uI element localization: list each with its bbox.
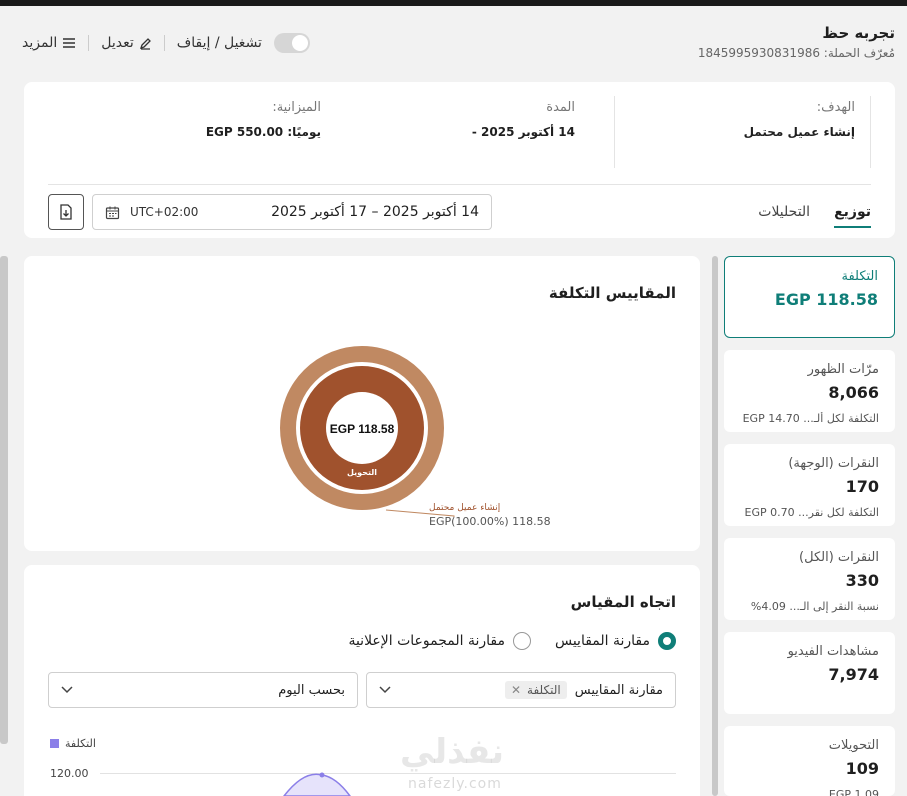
date-range-text: 14 أكتوبر 2025 – 17 أكتوبر 2025 (271, 204, 479, 220)
radio-dot-selected (658, 632, 676, 650)
metric-chip: التكلفة ✕ (504, 681, 567, 699)
goal-label: الهدف: (816, 100, 855, 115)
trend-mode-radios: مقارنة المقاييس مقارنة المجموعات الإعلان… (348, 632, 676, 650)
metric-card-impressions[interactable]: مرّات الظهور 8,066 التكلفة لكل ألـ... EG… (724, 350, 895, 432)
radio-compare-metrics-label: مقارنة المقاييس (554, 633, 650, 649)
cost-metrics-panel: المقاييس التكلفة EGP 118.58 التحويل إنشا… (24, 256, 700, 551)
metric-value: 170 (845, 477, 879, 496)
chevron-down-icon (61, 686, 73, 694)
radio-dot (512, 632, 531, 650)
metric-value: 8,066 (828, 383, 879, 402)
date-range-picker[interactable]: UTC+02:00 14 أكتوبر 2025 – 17 أكتوبر 202… (92, 194, 492, 230)
radio-compare-metrics[interactable]: مقارنة المقاييس (555, 632, 676, 650)
callout-value: EGP(100.00%) 118.58 (429, 515, 551, 528)
radio-compare-adsets[interactable]: مقارنة المجموعات الإعلانية (348, 632, 531, 650)
metric-value: 7,974 (828, 665, 879, 684)
series-area (283, 773, 351, 796)
metrics-select-label: مقارنة المقاييس (574, 682, 663, 698)
chart-legend: التكلفة (50, 737, 96, 750)
y-tick-label: 120.00 (50, 767, 89, 780)
metric-value: 109 (845, 759, 879, 778)
download-button[interactable] (48, 194, 84, 230)
toggle-label-wrap: تشغيل / إيقاف (177, 35, 262, 51)
legend-swatch (50, 739, 59, 748)
budget-value: يوميًا: EGP 550.00 (205, 125, 321, 139)
metric-sub: EGP 1.09 (828, 788, 879, 796)
pencil-icon (139, 37, 151, 50)
chevron-down-icon (379, 686, 391, 694)
donut-center-value: EGP 118.58 (330, 422, 395, 436)
cost-donut-chart: EGP 118.58 التحويل (280, 346, 455, 517)
goal-value: إنشاء عميل محتمل (743, 125, 855, 139)
donut-inner-label: التحويل (347, 468, 377, 477)
radio-compare-adsets-label: مقارنة المجموعات الإعلانية (348, 633, 505, 649)
metric-card-clicks-destination[interactable]: النقرات (الوجهة) 170 التكلفة لكل نقر... … (724, 444, 895, 526)
metric-sub: التكلفة لكل نقر... EGP 0.70 (744, 506, 879, 519)
period-select-label: بحسب اليوم (278, 682, 345, 698)
legend-label: التكلفة (65, 737, 96, 750)
series-point[interactable] (319, 772, 325, 778)
calendar-icon (105, 206, 120, 219)
metric-value: EGP 118.58 (774, 290, 878, 309)
budget-label: الميزانية: (272, 100, 321, 115)
watermark-logo: نفذلي (400, 732, 505, 772)
toggle-label: تشغيل / إيقاف (176, 35, 262, 51)
metric-label: مرّات الظهور (807, 362, 879, 377)
trend-title: اتجاه المقياس (570, 593, 676, 611)
campaign-toggle[interactable] (273, 33, 310, 53)
main-scrollbar[interactable] (0, 256, 8, 744)
period-select[interactable]: بحسب اليوم (48, 672, 358, 708)
metric-trend-panel: اتجاه المقياس مقارنة المقاييس مقارنة الم… (24, 565, 700, 796)
download-icon (60, 204, 72, 220)
metric-card-conversions[interactable]: التحويلات 109 EGP 1.09 (724, 726, 895, 796)
duration-value: 14 أكتوبر 2025 - (471, 125, 575, 139)
metric-card-cost[interactable]: التكلفة EGP 118.58 (724, 256, 895, 338)
timezone: UTC+02:00 (130, 205, 199, 219)
metric-label: مشاهدات الفيديو (787, 644, 879, 659)
metric-label: التكلفة (841, 269, 878, 284)
watermark-url: nafezly.com (408, 776, 502, 792)
more-button[interactable]: المزيد (22, 35, 76, 51)
metric-sub: نسبة النقر إلى الـ... 4.09% (750, 600, 879, 613)
tab-analytics[interactable]: التحليلات (758, 204, 810, 228)
metrics-scrollbar[interactable] (712, 256, 718, 796)
metric-label: النقرات (الوجهة) (788, 456, 879, 471)
top-bar (0, 0, 907, 6)
callout-name: إنشاء عميل محتمل (429, 503, 501, 513)
metrics-select[interactable]: مقارنة المقاييس التكلفة ✕ (366, 672, 676, 708)
metric-label: التحويلات (828, 738, 879, 753)
trend-series (283, 772, 351, 796)
budget-info: الميزانية: يوميًا: EGP 550.00 (121, 100, 321, 139)
metric-chip-label: التكلفة (527, 683, 561, 697)
campaign-title: تجربه حظ (822, 24, 895, 42)
view-tabs: التحليلات توزيع (758, 204, 871, 228)
chip-close-icon[interactable]: ✕ (511, 683, 521, 697)
goal-info: الهدف: إنشاء عميل محتمل (655, 100, 855, 139)
metric-value: 330 (845, 571, 879, 590)
tab-distribution[interactable]: توزيع (834, 204, 871, 228)
menu-icon (63, 38, 76, 48)
edit-label: تعديل (101, 35, 134, 51)
duration-label: المدة (546, 100, 575, 115)
campaign-id: مُعرّف الحملة: 1845995930831986 (697, 46, 895, 60)
duration-info: المدة 14 أكتوبر 2025 - (375, 100, 575, 139)
metric-label: النقرات (الكل) (799, 550, 879, 565)
metric-card-video-views[interactable]: مشاهدات الفيديو 7,974 (724, 632, 895, 714)
edit-button[interactable]: تعديل (101, 35, 152, 51)
metric-card-clicks-all[interactable]: النقرات (الكل) 330 نسبة النقر إلى الـ...… (724, 538, 895, 620)
cost-metrics-title: المقاييس التكلفة (548, 284, 676, 302)
header-actions: المزيد تعديل تشغيل / إيقاف (22, 33, 310, 53)
more-label: المزيد (22, 35, 58, 51)
metric-sub: التكلفة لكل ألـ... EGP 14.70 (742, 412, 879, 425)
